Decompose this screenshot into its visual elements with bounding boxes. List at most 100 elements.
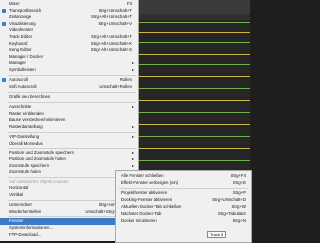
menu-item-mixer[interactable]: Mixer F3 bbox=[0, 1, 137, 8]
menu-item-label: Unterordner bbox=[9, 202, 32, 207]
menu-separator bbox=[8, 91, 136, 93]
menu-item-shortcut: Strg+Umschalt+V bbox=[98, 20, 132, 26]
menu-item-shortcut: Strg+Alt+Umschalt+K bbox=[90, 40, 132, 46]
check-icon bbox=[2, 8, 6, 13]
menu-item-transport[interactable]: Transportbereich Strg+Umschalt+T bbox=[0, 8, 137, 15]
menu-item-label: Vertikal bbox=[9, 191, 24, 197]
track-line bbox=[120, 64, 250, 65]
track-line bbox=[120, 112, 250, 113]
menu-item-show-grid[interactable]: Raster einblenden bbox=[0, 111, 137, 118]
menu-item-shortcut: Strg+Alt+Umschalt+S bbox=[90, 47, 132, 53]
menu-item-label: Grafik neu berechnen bbox=[9, 94, 51, 99]
menu-item-sections[interactable]: Ausschnitte ▸ bbox=[0, 104, 137, 111]
check-icon bbox=[2, 21, 6, 26]
menu-item-label: VIP-Darstellung bbox=[9, 134, 40, 139]
menu-item-shortcut: F3 bbox=[126, 1, 132, 6]
menu-item-shortcut: Strg+E bbox=[232, 180, 246, 185]
menu-item-keyboard[interactable]: Keyboard Strg+Alt+Umschalt+K bbox=[0, 41, 137, 48]
menu-item-manager[interactable]: Manager ▸ bbox=[0, 60, 137, 67]
menu-item-shortcut: Strg+Alt+Umschalt+T bbox=[91, 34, 132, 39]
menu-separator bbox=[119, 188, 248, 189]
menu-item-label: Effekt-Fenster verbergen (ein) bbox=[121, 180, 179, 185]
track-tooltip: Track 5 bbox=[207, 231, 227, 238]
window-submenu: Alle Fenster schließen Strg+F4 Effekt-Fe… bbox=[115, 170, 252, 243]
menu-item-save-position-zoom[interactable]: Position und Zoomstufe speichern ▸ bbox=[0, 150, 137, 157]
chevron-right-icon: ▸ bbox=[131, 149, 134, 155]
menu-item-grid-display[interactable]: Rasterdarstellung ▸ bbox=[0, 124, 137, 131]
submenu-item-minimize-docker[interactable]: Docker minimieren Strg+N bbox=[116, 218, 251, 225]
menu-item-label: Manager bbox=[9, 60, 26, 66]
menu-item-manager-docker[interactable]: Manager / Docker bbox=[0, 54, 137, 61]
ruler-strip[interactable] bbox=[120, 0, 250, 14]
menu-item-label: Horizontal bbox=[9, 185, 29, 191]
menu-item-label: Zoomstufe speichern bbox=[9, 162, 50, 168]
menu-item-label: Docking-Fenster aktivieren bbox=[121, 197, 173, 202]
menu-item-shortcut: Strg+Umschalt+D bbox=[212, 197, 246, 202]
menu-item-toolbars[interactable]: Symbolleisten ▸ bbox=[0, 67, 137, 74]
menu-item-label: Nächster Docker-Tab bbox=[121, 211, 162, 216]
submenu-item-activate-docking-window[interactable]: Docking-Fenster aktivieren Strg+Umschalt… bbox=[116, 197, 251, 204]
menu-item-label: Transportbereich bbox=[9, 7, 42, 13]
chevron-right-icon: ▸ bbox=[131, 156, 134, 162]
menu-item-label: Symbolleisten bbox=[9, 67, 36, 72]
submenu-item-close-all-windows[interactable]: Alle Fenster schließen Strg+F4 bbox=[116, 173, 251, 180]
menu-item-label: Systeminformationen... bbox=[9, 225, 53, 230]
menu-item-monitor-mode[interactable]: Überall Morsedus bbox=[0, 141, 137, 148]
menu-item-label: Videofenster bbox=[9, 27, 34, 33]
submenu-item-next-docker-tab[interactable]: Nächster Docker-Tab Strg+Tabulator bbox=[116, 211, 251, 218]
track-line bbox=[120, 124, 250, 125]
submenu-item-close-docker-tab[interactable]: Aktuellen Docker-Tab schließen Strg+W bbox=[116, 204, 251, 211]
menu-item-label: Soft Autoscroll bbox=[9, 83, 37, 89]
chevron-right-icon: ▸ bbox=[131, 60, 134, 66]
menu-item-load-position-zoom[interactable]: Position und Zoomstufe holen ▸ bbox=[0, 156, 137, 163]
menu-item-label: Auf selektiertes Objekt zoomen bbox=[9, 178, 69, 184]
menu-item-label: Aktuellen Docker-Tab schließen bbox=[121, 204, 182, 209]
track-line bbox=[120, 148, 250, 149]
menu-item-save-zoom[interactable]: Zoomstufe speichern ▸ bbox=[0, 163, 137, 170]
menu-item-shortcut: Strg+P bbox=[232, 190, 246, 195]
menu-item-video-window[interactable]: Videofenster bbox=[0, 27, 137, 34]
menu-item-visualization[interactable]: Visualisierung Strg+Umschalt+V bbox=[0, 21, 137, 28]
menu-item-label: Überall Morsedus bbox=[9, 140, 43, 146]
menu-item-time-display[interactable]: Zeitanzeige Strg+Alt+Umschalt+T bbox=[0, 14, 137, 21]
chevron-right-icon: ▸ bbox=[131, 67, 134, 72]
submenu-item-hide-effect-windows[interactable]: Effekt-Fenster verbergen (ein) Strg+E bbox=[116, 180, 251, 187]
menu-item-track-editor[interactable]: Track Editor Strg+Alt+Umschalt+T bbox=[0, 34, 137, 41]
submenu-item-activate-project-window[interactable]: Projektfenster aktivieren Strg+P bbox=[116, 190, 251, 197]
menu-item-label: Song Editor bbox=[9, 47, 32, 53]
menu-item-label: Zeitanzeige bbox=[9, 14, 32, 20]
menu-item-label: Zoomstufe holen bbox=[9, 169, 42, 175]
menu-item-label: Position und Zoomstufe holen bbox=[9, 156, 66, 162]
menu-item-label: Projektfenster aktivieren bbox=[121, 190, 168, 195]
menu-separator bbox=[8, 75, 136, 76]
menu-item-shortcut: Strg+W bbox=[231, 204, 246, 209]
menu-item-hide-bars[interactable]: Bause verstecken/minimieren bbox=[0, 117, 137, 124]
menu-item-label: Fenster bbox=[9, 218, 24, 223]
menu-item-shortcut: Strg+F4 bbox=[230, 173, 246, 178]
chevron-right-icon: ▸ bbox=[131, 123, 134, 129]
menu-item-shortcut: Strg+N bbox=[232, 218, 247, 223]
menu-separator bbox=[8, 131, 136, 133]
menu-item-vip-display[interactable]: VIP-Darstellung ▸ bbox=[0, 134, 137, 141]
track-line bbox=[120, 160, 250, 161]
menu-item-label: Alle Fenster schließen bbox=[121, 173, 164, 178]
menu-item-soft-autoscroll[interactable]: Soft Autoscroll Umschalt+Rollen bbox=[0, 84, 137, 91]
menu-item-label: Rasterdarstellung bbox=[9, 123, 43, 129]
menu-item-redraw[interactable]: Grafik neu berechnen bbox=[0, 94, 137, 101]
chevron-right-icon: ▸ bbox=[131, 104, 134, 109]
track-line bbox=[120, 136, 250, 137]
menu-separator bbox=[8, 102, 136, 103]
track-line bbox=[120, 88, 250, 89]
chevron-right-icon: ▸ bbox=[131, 134, 134, 139]
menu-item-autoscroll[interactable]: Autoscroll Rollen bbox=[0, 77, 137, 84]
check-icon bbox=[2, 78, 6, 82]
chevron-right-icon: ▸ bbox=[131, 162, 134, 168]
menu-item-shortcut: Strg+Umschalt+T bbox=[98, 7, 132, 13]
menu-item-shortcut: Rollen bbox=[119, 77, 132, 82]
menu-item-song-editor[interactable]: Song Editor Strg+Alt+Umschalt+S bbox=[0, 47, 137, 54]
menu-item-label: Track Editor bbox=[9, 34, 33, 39]
menu-item-label: Position und Zoomstufe speichern bbox=[9, 149, 74, 155]
menu-item-label: Ausschnitte bbox=[9, 104, 32, 109]
menu-item-shortcut: Umschalt+Rollen bbox=[99, 83, 132, 89]
track-line bbox=[120, 54, 250, 55]
